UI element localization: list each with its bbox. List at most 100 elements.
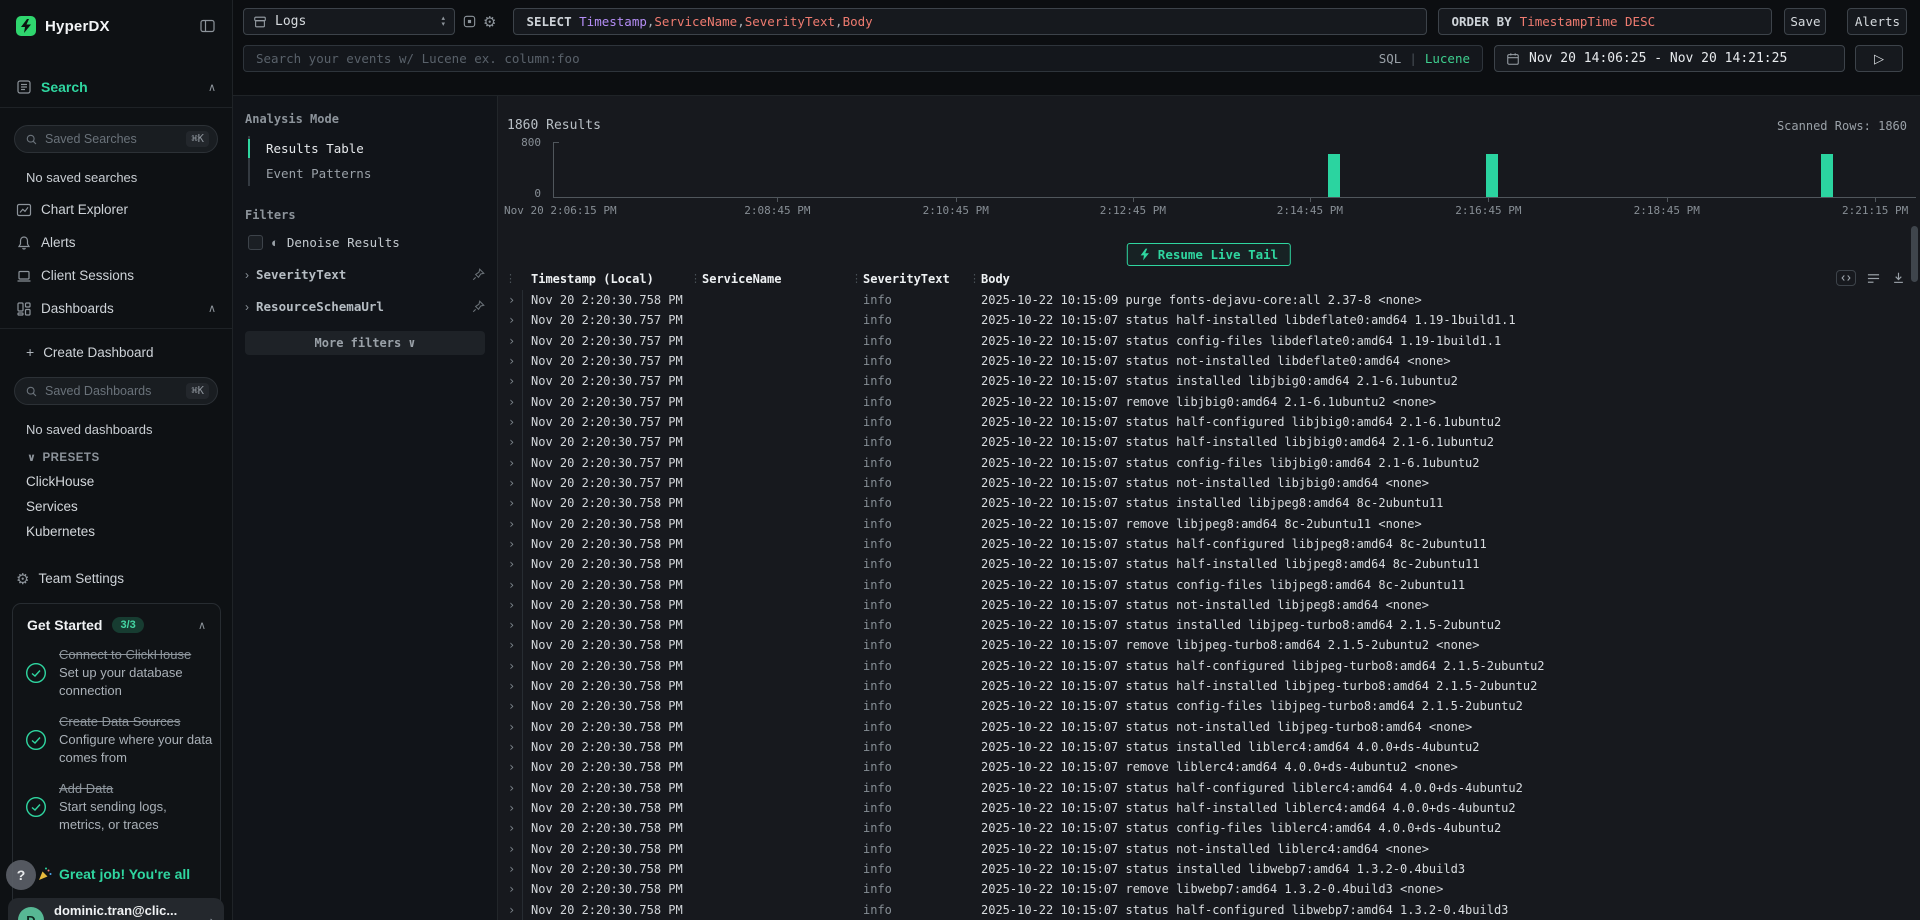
help-button[interactable]: ? [6, 860, 36, 890]
row-expand-chevron[interactable]: › [498, 656, 523, 676]
sidebar-item-search[interactable]: Search ∧ [0, 78, 232, 96]
table-row[interactable]: ›Nov 20 2:20:30.758 PMinfo2025-10-22 10:… [498, 778, 1900, 798]
more-filters-button[interactable]: More filters ∨ [245, 331, 485, 355]
table-row[interactable]: ›Nov 20 2:20:30.757 PMinfo2025-10-22 10:… [498, 331, 1900, 351]
row-expand-chevron[interactable]: › [498, 310, 523, 330]
histogram-bar[interactable] [1486, 154, 1498, 197]
gear-icon[interactable]: ⚙ [483, 13, 496, 31]
get-started-step-sources[interactable]: Create Data Sources Configure where your… [13, 713, 220, 767]
row-expand-chevron[interactable]: › [498, 574, 523, 594]
code-view-icon[interactable] [1836, 270, 1856, 286]
filter-group-severitytext[interactable]: › SeverityText [245, 267, 485, 282]
alerts-button[interactable]: Alerts [1847, 8, 1907, 35]
row-expand-chevron[interactable]: › [498, 453, 523, 473]
table-row[interactable]: ›Nov 20 2:20:30.758 PMinfo2025-10-22 10:… [498, 656, 1900, 676]
table-row[interactable]: ›Nov 20 2:20:30.758 PMinfo2025-10-22 10:… [498, 717, 1900, 737]
table-row[interactable]: ›Nov 20 2:20:30.757 PMinfo2025-10-22 10:… [498, 412, 1900, 432]
preset-clickhouse[interactable]: ClickHouse [0, 474, 232, 489]
table-row[interactable]: ›Nov 20 2:20:30.758 PMinfo2025-10-22 10:… [498, 818, 1900, 838]
table-row[interactable]: ›Nov 20 2:20:30.758 PMinfo2025-10-22 10:… [498, 493, 1900, 513]
mode-event-patterns[interactable]: Event Patterns [250, 161, 485, 186]
table-row[interactable]: ›Nov 20 2:20:30.758 PMinfo2025-10-22 10:… [498, 615, 1900, 635]
table-row[interactable]: ›Nov 20 2:20:30.758 PMinfo2025-10-22 10:… [498, 513, 1900, 533]
row-expand-chevron[interactable]: › [498, 899, 523, 919]
pin-icon[interactable] [472, 300, 485, 313]
row-expand-chevron[interactable]: › [498, 778, 523, 798]
mode-sql[interactable]: SQL [1379, 51, 1402, 66]
event-search-field[interactable] [256, 51, 1379, 66]
saved-dashboards-input[interactable]: ⌘K [14, 377, 218, 405]
row-expand-chevron[interactable]: › [498, 737, 523, 757]
denoise-results-toggle[interactable]: ◐ Denoise Results [245, 235, 485, 250]
run-query-button[interactable]: ▷ [1855, 45, 1903, 72]
saved-dashboards-field[interactable] [45, 384, 186, 398]
table-row[interactable]: ›Nov 20 2:20:30.758 PMinfo2025-10-22 10:… [498, 696, 1900, 716]
table-row[interactable]: ›Nov 20 2:20:30.758 PMinfo2025-10-22 10:… [498, 290, 1900, 310]
table-row[interactable]: ›Nov 20 2:20:30.757 PMinfo2025-10-22 10:… [498, 432, 1900, 452]
chevron-up-icon[interactable]: ∧ [198, 619, 206, 632]
wrap-lines-icon[interactable] [1866, 272, 1881, 285]
chevron-up-icon[interactable]: ∧ [208, 302, 216, 315]
table-row[interactable]: ›Nov 20 2:20:30.758 PMinfo2025-10-22 10:… [498, 838, 1900, 858]
table-row[interactable]: ›Nov 20 2:20:30.757 PMinfo2025-10-22 10:… [498, 473, 1900, 493]
row-expand-chevron[interactable]: › [498, 696, 523, 716]
sidebar-item-dashboards[interactable]: Dashboards ∧ [0, 300, 232, 317]
row-expand-chevron[interactable]: › [498, 534, 523, 554]
row-expand-chevron[interactable]: › [498, 859, 523, 879]
column-header-servicename[interactable]: ServiceName [699, 271, 860, 287]
histogram-bar[interactable] [1328, 154, 1340, 197]
sql-select-editor[interactable]: SELECT Timestamp,ServiceName,SeverityTex… [513, 8, 1427, 35]
resume-live-tail-button[interactable]: Resume Live Tail [1127, 243, 1291, 266]
filter-group-resourceschemaurl[interactable]: › ResourceSchemaUrl [245, 299, 485, 314]
source-select[interactable]: Logs ▴▾ [243, 8, 455, 35]
row-expand-chevron[interactable]: › [498, 412, 523, 432]
inspect-panel-icon[interactable] [462, 14, 477, 29]
row-expand-chevron[interactable]: › [498, 818, 523, 838]
table-row[interactable]: ›Nov 20 2:20:30.757 PMinfo2025-10-22 10:… [498, 392, 1900, 412]
table-row[interactable]: ›Nov 20 2:20:30.758 PMinfo2025-10-22 10:… [498, 757, 1900, 777]
user-profile-button[interactable]: D dominic.tran@clic... dominic.tran@clic… [8, 898, 224, 920]
table-row[interactable]: ›Nov 20 2:20:30.758 PMinfo2025-10-22 10:… [498, 574, 1900, 594]
table-row[interactable]: ›Nov 20 2:20:30.758 PMinfo2025-10-22 10:… [498, 595, 1900, 615]
row-expand-chevron[interactable]: › [498, 635, 523, 655]
order-by-editor[interactable]: ORDER BY TimestampTime DESC [1438, 8, 1772, 35]
row-expand-chevron[interactable]: › [498, 676, 523, 696]
sidebar-item-chart-explorer[interactable]: Chart Explorer [0, 201, 232, 218]
table-row[interactable]: ›Nov 20 2:20:30.757 PMinfo2025-10-22 10:… [498, 351, 1900, 371]
table-row[interactable]: ›Nov 20 2:20:30.758 PMinfo2025-10-22 10:… [498, 859, 1900, 879]
histogram-bar[interactable] [1821, 154, 1833, 197]
table-row[interactable]: ›Nov 20 2:20:30.758 PMinfo2025-10-22 10:… [498, 554, 1900, 574]
presets-toggle[interactable]: ∨ PRESETS [0, 451, 232, 464]
row-expand-chevron[interactable]: › [498, 513, 523, 533]
table-row[interactable]: ›Nov 20 2:20:30.758 PMinfo2025-10-22 10:… [498, 676, 1900, 696]
row-expand-chevron[interactable]: › [498, 473, 523, 493]
preset-kubernetes[interactable]: Kubernetes [0, 524, 232, 539]
get-started-step-connect[interactable]: Connect to ClickHouse Set up your databa… [13, 646, 220, 700]
table-row[interactable]: ›Nov 20 2:20:30.758 PMinfo2025-10-22 10:… [498, 534, 1900, 554]
row-expand-chevron[interactable]: › [498, 717, 523, 737]
table-row[interactable]: ›Nov 20 2:20:30.758 PMinfo2025-10-22 10:… [498, 798, 1900, 818]
row-expand-chevron[interactable]: › [498, 757, 523, 777]
table-row[interactable]: ›Nov 20 2:20:30.757 PMinfo2025-10-22 10:… [498, 310, 1900, 330]
row-expand-chevron[interactable]: › [498, 493, 523, 513]
row-expand-chevron[interactable]: › [498, 879, 523, 899]
get-started-step-add-data[interactable]: Add Data Start sending logs, metrics, or… [13, 780, 220, 834]
sidebar-collapse-icon[interactable] [199, 18, 216, 34]
column-header-severitytext[interactable]: SeverityText [860, 271, 978, 287]
sidebar-item-alerts[interactable]: Alerts [0, 234, 232, 251]
denoise-checkbox[interactable] [248, 235, 263, 250]
saved-searches-input[interactable]: ⌘K [14, 125, 218, 153]
chart-plot[interactable]: Nov 20 2:06:15 PM2:08:45 PM2:10:45 PM2:1… [553, 142, 1916, 198]
row-expand-chevron[interactable]: › [498, 290, 523, 310]
saved-searches-field[interactable] [45, 132, 186, 146]
column-header-timestamp[interactable]: Timestamp (Local) [523, 271, 699, 287]
time-range-picker[interactable]: Nov 20 14:06:25 - Nov 20 14:21:25 [1494, 45, 1845, 72]
preset-services[interactable]: Services [0, 499, 232, 514]
pin-icon[interactable] [472, 268, 485, 281]
results-scrollbar[interactable] [1911, 226, 1918, 282]
row-expand-chevron[interactable]: › [498, 838, 523, 858]
chevron-up-icon[interactable]: ∧ [208, 81, 216, 94]
sidebar-item-team-settings[interactable]: ⚙ Team Settings [0, 570, 232, 587]
row-expand-chevron[interactable]: › [498, 595, 523, 615]
mode-lucene[interactable]: Lucene [1425, 51, 1470, 66]
